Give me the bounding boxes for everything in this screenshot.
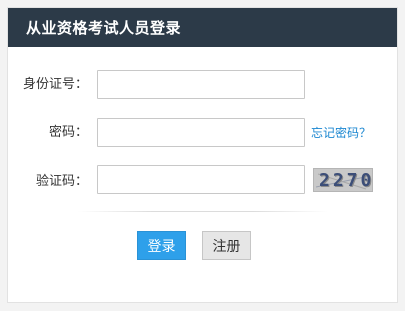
id-number-input[interactable]: [97, 70, 305, 99]
login-button[interactable]: 登录: [137, 231, 186, 260]
captcha-code: 2270: [319, 170, 373, 191]
captcha-input[interactable]: [97, 165, 305, 194]
password-input[interactable]: [97, 118, 305, 147]
panel-title: 从业资格考试人员登录: [26, 19, 182, 37]
panel-header: 从业资格考试人员登录: [8, 8, 397, 47]
forgot-password-link[interactable]: 忘记密码？: [311, 124, 371, 141]
captcha-image[interactable]: 2270: [313, 168, 373, 192]
id-number-label: 身份证号：: [22, 77, 88, 92]
captcha-label: 验证码：: [35, 174, 88, 189]
divider: [78, 211, 328, 212]
register-button[interactable]: 注册: [202, 231, 251, 260]
login-panel: 从业资格考试人员登录 身份证号： 密码： 忘记密码？ 验证码： 2270 登录 …: [7, 7, 398, 303]
password-label: 密码：: [48, 125, 88, 140]
